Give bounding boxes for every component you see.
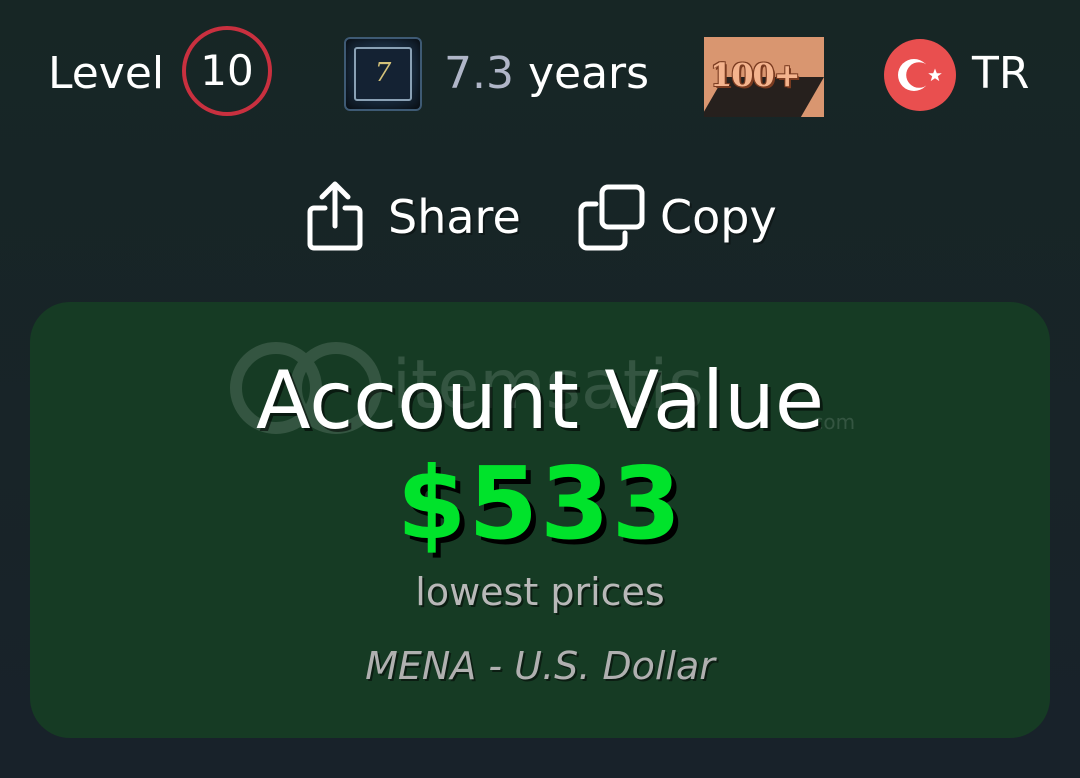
years-unit: years xyxy=(527,48,650,99)
profile-stats-row: Level 10 7 7.3 years 100+ TR xyxy=(0,24,1080,124)
share-label: Share xyxy=(388,190,521,244)
games-owned-badge-icon: 100+ xyxy=(704,37,824,117)
account-value-amount: $533 xyxy=(396,445,684,562)
level-label: Level xyxy=(48,48,165,99)
action-bar: Share Copy xyxy=(0,178,1080,258)
share-icon xyxy=(307,181,363,251)
copy-button[interactable]: Copy xyxy=(576,178,786,254)
share-button[interactable]: Share xyxy=(306,178,522,254)
years-of-service: 7.3 years xyxy=(444,49,649,99)
copy-icon xyxy=(578,184,645,251)
years-of-service-badge-icon: 7 xyxy=(344,37,422,111)
account-value-title: Account Value xyxy=(255,354,825,447)
country-code: TR xyxy=(972,48,1030,99)
games-badge-text: 100+ xyxy=(710,56,801,94)
years-badge-digit: 7 xyxy=(374,58,392,88)
region-currency-label: MENA - U.S. Dollar xyxy=(365,644,715,688)
flag-crescent-star-icon xyxy=(898,59,942,91)
account-value-card: itemsatis .com Account Value $533 lowest… xyxy=(30,302,1050,738)
turkey-flag-icon xyxy=(884,39,956,111)
copy-label: Copy xyxy=(660,190,777,244)
price-basis-label: lowest prices xyxy=(415,570,665,614)
years-value: 7.3 xyxy=(444,48,514,99)
level-value: 10 xyxy=(200,46,254,95)
